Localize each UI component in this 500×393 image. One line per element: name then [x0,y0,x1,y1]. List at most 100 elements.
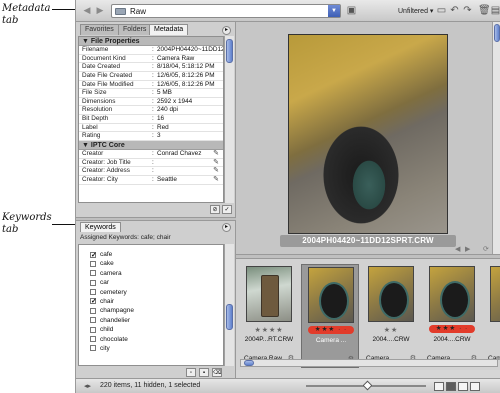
keyword-item[interactable]: champagne [79,306,223,315]
back-arrow-icon[interactable]: ◀ [82,5,92,15]
compact-mode-icon[interactable]: ▤ [490,5,500,16]
new-folder-icon[interactable]: ▭ [436,5,447,16]
filmstrip-item[interactable]: ★★★★2004P...RT.CRWCamera Raw⚙ [240,264,298,368]
filmstrip-item[interactable]: ★★2004....CRWCamera ...⚙ [362,264,420,368]
view-details-icon[interactable] [458,382,468,391]
keyword-item[interactable]: cake [79,259,223,268]
metadata-row[interactable]: Creator: Address: ✎ [79,167,223,176]
keywords-panel-menu-icon[interactable]: ▸ [222,223,231,232]
view-thumbnails-icon[interactable] [434,382,444,391]
keyword-item[interactable]: cemetery [79,288,223,297]
metadata-value: Seattle [157,175,177,183]
keyword-checkbox[interactable] [90,345,96,352]
metadata-colon: : [152,54,154,62]
go-up-folder-icon[interactable]: ▣ [346,5,357,16]
keywords-scroll-thumb[interactable] [226,304,233,330]
no-edit-icon[interactable]: ⊘ [210,205,220,214]
trash-icon[interactable]: 🗑 [478,5,491,16]
metadata-colon: : [152,106,154,114]
tab-metadata[interactable]: Metadata [149,24,189,35]
keyword-checkbox[interactable] [90,336,96,343]
view-list-icon[interactable] [470,382,480,391]
keyword-item[interactable]: camera [79,269,223,278]
metadata-row[interactable]: Dimensions:2592 x 1944 [79,98,223,107]
tab-folders[interactable]: Folders [118,24,152,35]
preview-scrollbar[interactable] [492,22,500,254]
metadata-row[interactable]: Creator: Job Title: ✎ [79,159,223,168]
filmstrip-item[interactable]: ★★★ · ·2004....CRWCamera ...⚙ [423,264,481,368]
show-panels-icon[interactable]: ◂▸ [82,381,93,392]
thumbnail-image[interactable] [246,266,292,322]
metadata-row[interactable]: Creator: City: Seattle ✎ [79,176,223,185]
metadata-row[interactable]: Resolution:240 dpi [79,106,223,116]
keyword-item[interactable]: ✓ cafe [79,250,223,259]
metadata-row[interactable]: Date File Modified:12/6/05, 8:12:26 PM [79,81,223,90]
keyword-item[interactable]: car [79,278,223,287]
keywords-scrollbar[interactable] [224,244,234,366]
filmstrip-scrollbar[interactable] [240,359,498,367]
metadata-row[interactable]: Label: Red [79,124,223,133]
metadata-scrollbar[interactable] [224,36,234,203]
keyword-item[interactable]: city [79,344,223,353]
thumbnail-image[interactable] [368,266,414,322]
edit-pencil-icon[interactable]: ✎ [213,150,219,159]
file-properties-header[interactable]: ▼ File Properties [79,37,223,46]
keyword-item[interactable]: chandelier [79,316,223,325]
filmstrip-scroll-thumb[interactable] [244,360,254,366]
path-dropdown[interactable]: Raw ▼ [111,4,341,18]
forward-arrow-icon[interactable]: ▶ [95,5,105,15]
thumbnail-image[interactable] [308,267,354,323]
keyword-item[interactable]: ✓ chair [79,297,223,306]
preview-scroll-thumb[interactable] [494,24,500,42]
metadata-row[interactable]: Date File Created:12/6/05, 8:12:26 PM [79,72,223,81]
iptc-core-list: Creator: Conrad Chavez ✎ Creator: Job Title… [79,150,223,185]
filmstrip-item[interactable]: ★★200...Cam⚙ [484,264,500,368]
metadata-row[interactable]: Bit Depth:16 [79,115,223,124]
new-keyword-icon[interactable]: ▪ [199,368,209,377]
metadata-row[interactable]: Date Created:8/18/04, 5:18:12 PM [79,63,223,72]
iptc-core-header[interactable]: ▼ IPTC Core [79,141,223,151]
chevron-down-icon[interactable]: ▼ [328,5,340,17]
keyword-item[interactable]: chocolate [79,335,223,344]
metadata-row[interactable]: File Size:5 MB [79,89,223,98]
next-arrow-icon[interactable]: ▶ [465,245,470,253]
thumbnail-size-knob[interactable] [362,380,373,391]
thumbnail-image[interactable] [490,266,500,322]
previous-arrow-icon[interactable]: ◀ [455,245,460,253]
thumbnail-image[interactable] [429,266,475,322]
keyword-checkbox[interactable] [90,279,96,286]
keyword-checkbox[interactable] [90,270,96,277]
edit-pencil-icon[interactable]: ✎ [213,167,219,176]
keyword-checkbox[interactable]: ✓ [90,298,97,305]
metadata-scroll-thumb[interactable] [226,39,233,63]
panel-splitter[interactable] [76,217,236,221]
view-filmstrip-icon[interactable] [446,382,456,391]
metadata-row[interactable]: Creator: Conrad Chavez ✎ [79,150,223,159]
panel-menu-icon[interactable]: ▸ [222,26,231,35]
filmstrip-item[interactable]: ★★★ · ·Camera ...⚙ [301,264,359,368]
keyword-checkbox[interactable] [90,307,96,314]
thumbnail-size-slider[interactable] [306,380,426,391]
tab-favorites[interactable]: Favorites [80,24,119,35]
apply-check-icon[interactable]: ✓ [222,205,232,214]
rotate-right-icon[interactable]: ↷ [462,5,473,16]
keyword-checkbox[interactable]: ✓ [90,251,97,259]
keyword-checkbox[interactable] [90,326,96,333]
metadata-row[interactable]: Rating:3 [79,132,223,142]
edit-pencil-icon[interactable]: ✎ [213,176,219,185]
edit-pencil-icon[interactable]: ✎ [213,159,219,168]
new-keyword-set-icon[interactable]: ▫ [186,368,196,377]
keyword-item[interactable]: child [79,325,223,334]
rotate-left-icon[interactable]: ↶ [449,5,460,16]
keyword-checkbox[interactable] [90,317,96,324]
delete-keyword-icon[interactable]: ⌫ [212,368,222,377]
metadata-value: 5 MB [157,89,172,97]
tab-keywords[interactable]: Keywords [80,222,121,232]
keyword-checkbox[interactable] [90,289,96,296]
loupe-icon[interactable]: ⟳ [483,245,489,253]
metadata-row[interactable]: Filename:2004PH04420~11DD12... [79,46,223,55]
metadata-value: 12/6/05, 8:12:26 PM [157,71,215,79]
metadata-row[interactable]: Document Kind: Camera Raw [79,55,223,64]
filter-dropdown[interactable]: Unfiltered ▾ [398,7,433,15]
keyword-checkbox[interactable] [90,260,96,267]
